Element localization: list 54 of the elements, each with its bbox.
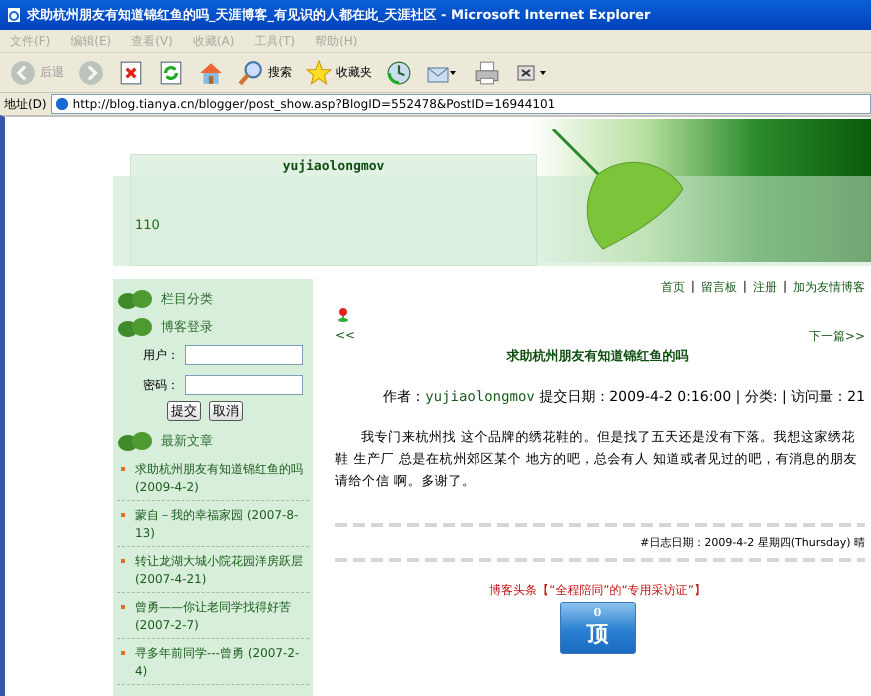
leaf-icon xyxy=(117,430,153,452)
search-button[interactable]: 搜索 xyxy=(236,58,294,88)
nav-link[interactable]: 首页 xyxy=(660,279,685,296)
address-field[interactable]: http://blog.tianya.cn/blogger/post_show.asp?BlogID=552478&PostID=16944101 xyxy=(50,94,871,114)
separator: | xyxy=(782,279,787,295)
separator: | xyxy=(742,279,747,295)
section-heading: 栏目分类 xyxy=(161,291,213,308)
window-title: 求助杭州朋友有知道锦红鱼的吗_天涯博客_有见识的人都在此_天涯社区 - Microsoft Internet Explorer xyxy=(27,6,650,24)
section-heading: 最新文章 xyxy=(161,433,213,450)
cross-icon xyxy=(118,60,144,86)
bullet-icon xyxy=(121,467,125,471)
refresh-icon xyxy=(158,60,184,86)
search-icon xyxy=(238,60,264,86)
password-field[interactable] xyxy=(185,375,303,395)
page-icon xyxy=(6,7,22,23)
visit-count: 110 xyxy=(135,218,161,233)
bullet-icon xyxy=(121,559,125,563)
cancel-button[interactable]: 取消 xyxy=(209,401,243,421)
clock-icon xyxy=(386,60,412,86)
leaf-icon xyxy=(117,316,153,338)
submit-button[interactable]: 提交 xyxy=(167,401,201,421)
star-icon xyxy=(306,60,332,86)
next-link[interactable]: 下一篇>> xyxy=(808,328,865,345)
post-title: 求助杭州朋友有知道锦红鱼的吗 xyxy=(505,348,690,365)
bullet-icon xyxy=(121,605,125,609)
blog-name: yujiaolongmov xyxy=(282,159,386,174)
leaf-icon xyxy=(117,288,153,310)
username-label: 用户： xyxy=(142,346,179,364)
nav-link[interactable]: 注册 xyxy=(752,279,777,296)
favorites-button[interactable]: 收藏夹 xyxy=(304,58,374,88)
article-link[interactable]: 转让龙湖大城小院花园洋房跃层 (2007-4-21) xyxy=(135,552,305,588)
separator: | xyxy=(690,279,695,295)
flower-icon xyxy=(337,308,349,322)
nav-link[interactable]: 留言板 xyxy=(700,279,737,296)
author-link[interactable]: yujiaolongmov xyxy=(425,389,535,405)
nav-link[interactable]: 加为友情博客 xyxy=(793,279,865,296)
section-heading: 博客登录 xyxy=(161,319,213,336)
address-label: 地址(D) xyxy=(4,96,47,112)
password-label: 密码： xyxy=(142,376,179,394)
article-link[interactable]: 求助杭州朋友有知道锦红鱼的吗 (2009-4-2) xyxy=(135,460,305,496)
bullet-icon xyxy=(121,651,125,655)
article-link[interactable]: 寻多年前同学---曾勇 (2007-2-4) xyxy=(135,644,305,680)
previous-link[interactable]: << xyxy=(335,328,356,345)
post-meta: 作者：yujiaolongmov 提交日期：2009-4-2 0:16:00 | 分类: | 访问量：21 xyxy=(382,388,865,407)
log-date: #日志日期：2009-4-2 星期四(Thursday) 晴 xyxy=(639,535,865,550)
page-icon xyxy=(54,97,69,111)
vote-button[interactable]: 0 顶 xyxy=(560,602,636,654)
username-field[interactable] xyxy=(185,345,303,365)
headline-link[interactable]: 博客头条【“全程陪同”的“专用采访证”】 xyxy=(489,583,706,597)
article-link[interactable]: 曾勇——你让老同学找得好苦 (2007-2-7) xyxy=(135,598,305,634)
printer-icon xyxy=(474,60,500,86)
post-body: 我专门来杭州找 这个品牌的绣花鞋的。但是找了五天还是没有下落。我想这家绣花鞋 生产厂 总是在杭州郊区某个 地方的吧，总会有人 知道或者见过的吧，有消息的朋友请给个信 啊。多谢了。 xyxy=(334,429,858,491)
bullet-icon xyxy=(121,513,125,517)
article-link[interactable]: 蒙自－我的幸福家园 (2007-8-13) xyxy=(135,506,305,542)
